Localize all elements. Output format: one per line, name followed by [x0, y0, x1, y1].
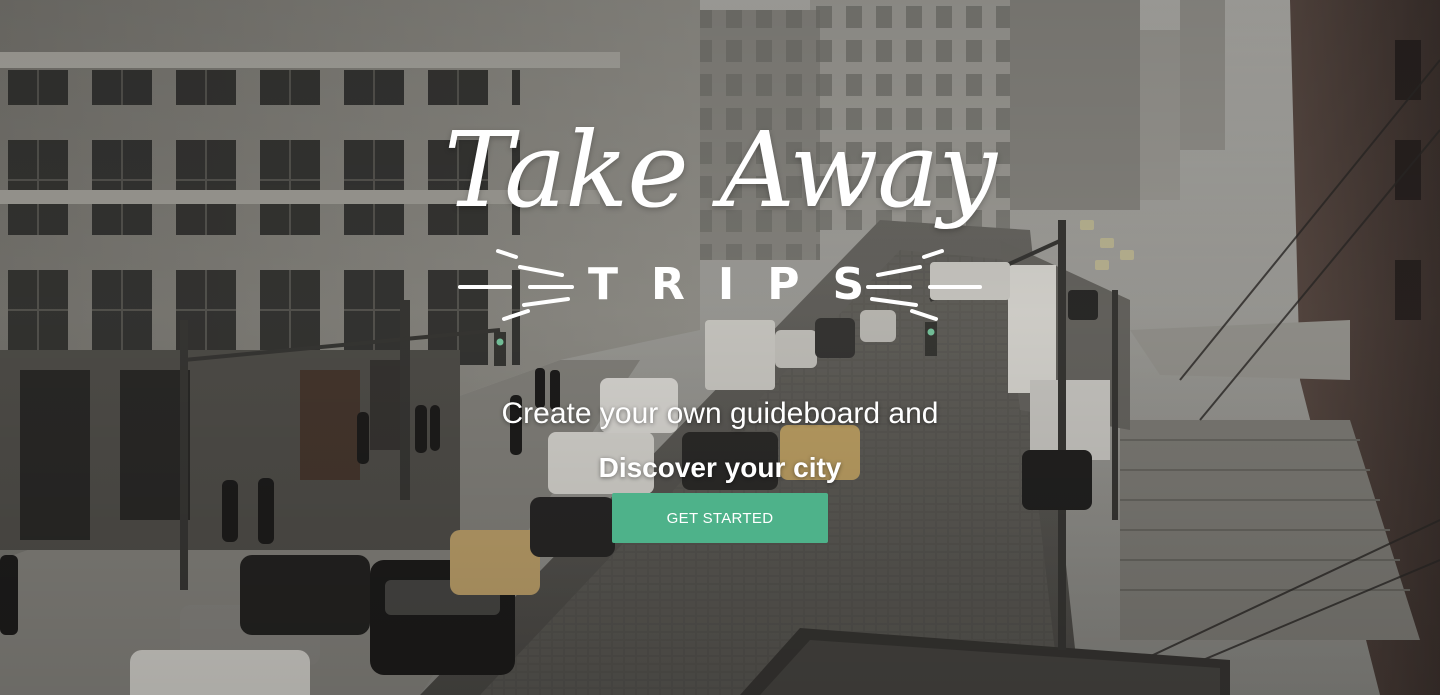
hero-content: Take Away TRIPS Create your own guideboa… [0, 0, 1440, 695]
hero-headline: Discover your city [598, 452, 842, 483]
logo-sub-row: TRIPS [400, 245, 1040, 325]
hero-tagline: Create your own guideboard and [501, 397, 939, 430]
hero-section: Take Away TRIPS Create your own guideboa… [0, 0, 1440, 695]
sunburst-right-icon [866, 249, 982, 321]
logo-sub-text: TRIPS [588, 259, 898, 310]
get-started-button[interactable]: GET STARTED [612, 493, 828, 543]
take-away-trips-logo: Take Away TRIPS [400, 95, 1040, 335]
logo-script-text: Take Away [443, 109, 997, 231]
